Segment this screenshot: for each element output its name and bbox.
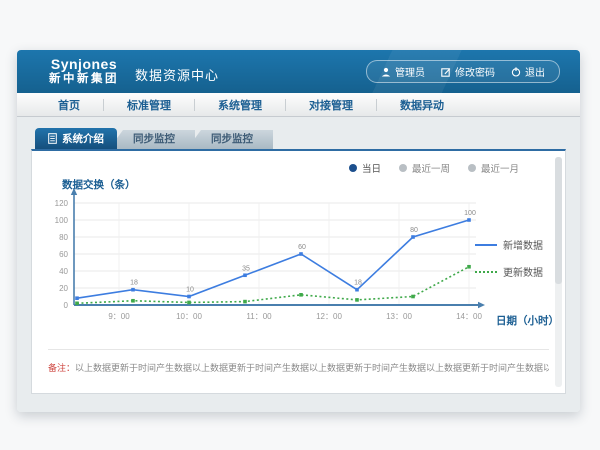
y-axis-arrow xyxy=(71,188,77,195)
data-point xyxy=(355,298,359,302)
data-point-label: 10 xyxy=(186,287,194,294)
chart-panel: 当日 最近一周 最近一月 数据交换（条） 0204060801001209：00… xyxy=(31,149,566,394)
brand-logo-cn: 新中新集团 xyxy=(49,73,119,86)
document-icon xyxy=(48,133,57,144)
edit-icon xyxy=(441,67,451,77)
app-header: Synjones 新中新集团 数据资源中心 管理员 修改密码 xyxy=(17,50,580,93)
footnote-prefix: 备注： xyxy=(48,363,75,373)
legend-update-data-label: 更新数据 xyxy=(503,264,543,279)
data-point xyxy=(131,288,135,292)
change-password-label: 修改密码 xyxy=(455,64,495,79)
x-tick-label: 14：00 xyxy=(456,312,482,321)
admin-label: 管理员 xyxy=(395,64,425,79)
tab-system-intro[interactable]: 系统介绍 xyxy=(35,128,117,149)
content-area: 系统介绍 同步监控 同步监控 当日 最近一周 xyxy=(17,117,580,412)
power-icon xyxy=(511,67,521,77)
brand-logo: Synjones 新中新集团 xyxy=(49,57,119,85)
x-tick-label: 9：00 xyxy=(108,312,130,321)
x-tick-label: 13：00 xyxy=(386,312,412,321)
data-point xyxy=(411,295,415,299)
data-point xyxy=(75,296,79,300)
x-tick-label: 12：00 xyxy=(316,312,342,321)
data-point xyxy=(299,293,303,297)
filter-last-month[interactable]: 最近一月 xyxy=(468,161,519,175)
y-tick-label: 40 xyxy=(59,267,68,276)
y-tick-label: 80 xyxy=(59,233,68,242)
logout-button[interactable]: 退出 xyxy=(511,64,545,79)
logout-label: 退出 xyxy=(525,64,545,79)
change-password-button[interactable]: 修改密码 xyxy=(441,64,495,79)
user-toolbar: 管理员 修改密码 退出 xyxy=(366,60,560,83)
x-tick-label: 10：00 xyxy=(176,312,202,321)
line-chart: 0 20 40 60 80 100 120 9：00 10：00 11：00 12：00 13：00 1… xyxy=(44,185,504,335)
y-tick-label: 20 xyxy=(59,284,68,293)
filter-last-week-label: 最近一周 xyxy=(412,161,450,175)
data-point-label: 60 xyxy=(298,244,306,251)
data-point xyxy=(243,273,247,277)
footnote: 备注：以上数据更新于时间产生数据以上数据更新于时间产生数据以上数据更新于时间产生… xyxy=(48,349,549,374)
data-point-label: 18 xyxy=(130,280,138,287)
data-point xyxy=(355,288,359,292)
data-point-label: 80 xyxy=(410,227,418,234)
data-point-label: 18 xyxy=(354,280,362,287)
tab-system-intro-label: 系统介绍 xyxy=(62,131,104,146)
legend-update-data[interactable]: 更新数据 xyxy=(475,264,543,279)
dotted-line-swatch xyxy=(475,271,497,273)
filter-last-month-label: 最近一月 xyxy=(481,161,519,175)
data-point xyxy=(187,301,191,305)
tab-bar: 系统介绍 同步监控 同步监控 xyxy=(35,128,566,149)
app-window: Synjones 新中新集团 数据资源中心 管理员 修改密码 xyxy=(17,50,580,412)
filter-today[interactable]: 当日 xyxy=(349,161,381,175)
user-icon xyxy=(381,67,391,77)
data-point-label: 35 xyxy=(242,265,250,272)
y-tick-label: 60 xyxy=(59,250,68,259)
main-nav: 首页 标准管理 系统管理 对接管理 数据异动 xyxy=(17,93,580,117)
x-axis-title: 日期（小时） xyxy=(496,313,559,328)
y-tick-label: 0 xyxy=(64,301,69,310)
legend-new-data[interactable]: 新增数据 xyxy=(475,237,543,252)
filter-last-week[interactable]: 最近一周 xyxy=(399,161,450,175)
data-point xyxy=(299,252,303,256)
radio-unselected-icon xyxy=(468,164,476,172)
nav-item-interface-mgmt[interactable]: 对接管理 xyxy=(286,97,376,113)
chart-legend: 新增数据 更新数据 xyxy=(475,237,543,291)
nav-item-home[interactable]: 首页 xyxy=(35,97,103,113)
panel-scrollbar xyxy=(555,157,562,387)
period-filters: 当日 最近一周 最近一月 xyxy=(349,161,519,175)
data-point xyxy=(467,218,471,222)
data-point xyxy=(411,235,415,239)
screenshot-stage: Synjones 新中新集团 数据资源中心 管理员 修改密码 xyxy=(0,0,600,450)
footnote-text: 以上数据更新于时间产生数据以上数据更新于时间产生数据以上数据更新于时间产生数据以… xyxy=(75,363,549,373)
data-point xyxy=(75,302,79,306)
radio-selected-icon xyxy=(349,164,357,172)
nav-item-standard-mgmt[interactable]: 标准管理 xyxy=(104,97,194,113)
data-point-label: 100 xyxy=(464,210,476,217)
nav-item-system-mgmt[interactable]: 系统管理 xyxy=(195,97,285,113)
x-tick-label: 11：00 xyxy=(246,312,272,321)
data-point xyxy=(187,295,191,299)
brand-logo-en: Synjones xyxy=(49,57,119,72)
page-title: 数据资源中心 xyxy=(135,59,219,84)
tab-sync-monitor-2[interactable]: 同步监控 xyxy=(187,130,273,149)
nav-item-data-change[interactable]: 数据异动 xyxy=(377,97,467,113)
filter-today-label: 当日 xyxy=(362,161,381,175)
admin-button[interactable]: 管理员 xyxy=(381,64,425,79)
data-point xyxy=(467,265,471,269)
tab-sync-monitor-1[interactable]: 同步监控 xyxy=(109,130,195,149)
legend-new-data-label: 新增数据 xyxy=(503,237,543,252)
solid-line-swatch xyxy=(475,244,497,246)
y-tick-label: 100 xyxy=(55,216,69,225)
scrollbar-thumb[interactable] xyxy=(555,157,562,284)
radio-unselected-icon xyxy=(399,164,407,172)
y-tick-label: 120 xyxy=(55,199,69,208)
x-axis-arrow xyxy=(478,302,485,308)
data-point xyxy=(131,299,135,303)
data-point xyxy=(243,300,247,304)
